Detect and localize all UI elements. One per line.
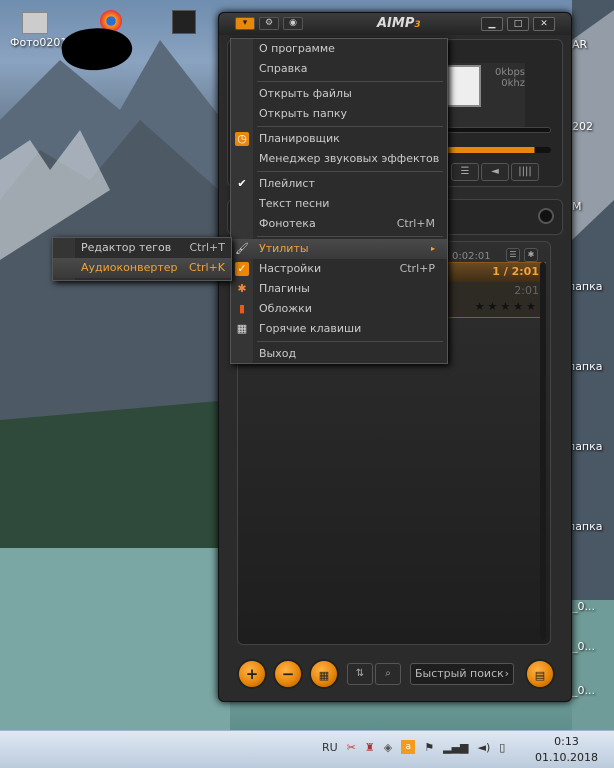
playlist-pin-button[interactable]: ✱ [524, 248, 538, 262]
menu-item-hotkeys[interactable]: ▦ Горячие клавиши [231, 319, 447, 339]
vu-meter [445, 65, 481, 107]
desktop-label[interactable]: папка [568, 440, 603, 453]
submenu-arrow-icon: ▸ [430, 244, 435, 253]
track-rating[interactable]: ★★★★★ [475, 300, 539, 313]
playlist-scrollbar[interactable] [540, 262, 546, 640]
desktop-label[interactable]: _0... [572, 640, 595, 653]
arrow-right-icon: › [504, 667, 509, 680]
menu-item-exit[interactable]: Выход [231, 344, 447, 364]
desktop-icon-app[interactable] [172, 10, 196, 34]
submenu-item-tag-editor[interactable]: Редактор тегов Ctrl+T [53, 238, 231, 258]
desktop-label[interactable]: папка [568, 520, 603, 533]
menu-item-library[interactable]: Фонотека Ctrl+M [231, 214, 447, 234]
desktop-label[interactable]: AR [572, 38, 587, 51]
volume-slider[interactable] [441, 147, 551, 153]
desktop-icon-photo[interactable]: Фото0201 [10, 12, 67, 49]
desktop-label[interactable]: 202 [572, 120, 593, 133]
visual-button[interactable]: ◉ [283, 17, 303, 30]
menu-item-settings[interactable]: ✓ Настройки Ctrl+P [231, 259, 447, 279]
taskbar: RU ✂ ♜ ◈ a ⚑ ▂▄▆ ◄) ▯ 0:13 01.10.2018 [0, 730, 614, 768]
clock-icon: ◷ [235, 132, 249, 146]
desktop-icon-label: Фото0201 [10, 36, 68, 49]
menu-item-sound-effects[interactable]: Менеджер звуковых эффектов [231, 149, 447, 169]
speaker-icon: ◄ [491, 166, 499, 177]
menu-item-scheduler[interactable]: ◷ Планировщик [231, 129, 447, 149]
clock[interactable]: 0:13 01.10.2018 [535, 734, 598, 766]
image-file-icon [22, 12, 48, 34]
mute-button[interactable]: ◄ [481, 163, 509, 181]
settings-icon: ✓ [235, 262, 249, 276]
quick-search-input[interactable]: Быстрый поиск › [410, 663, 514, 685]
menu-item-playlist[interactable]: ✔ Плейлист [231, 174, 447, 194]
position-slider[interactable] [441, 127, 551, 133]
desktop-label[interactable]: _0... [572, 684, 595, 697]
menu-item-plugins[interactable]: ✱ Плагины [231, 279, 447, 299]
app-logo: AIMP3 [377, 16, 421, 31]
playlist-toggle-button[interactable]: ☰ [451, 163, 479, 181]
flag-icon[interactable]: ⚑ [424, 741, 434, 754]
minimize-button[interactable]: ▁ [481, 17, 503, 31]
tray-app-icon[interactable]: ◈ [384, 741, 392, 754]
gear-icon: ⚙ [264, 18, 274, 28]
menu-item-lyrics[interactable]: Текст песни [231, 194, 447, 214]
track-duration: 2:01 [514, 284, 539, 297]
remove-button[interactable]: − [273, 659, 303, 689]
maximize-button[interactable]: □ [507, 17, 529, 31]
utilities-submenu: Редактор тегов Ctrl+T Аудиоконвертер Ctrl+… [52, 237, 232, 281]
network-icon[interactable]: ▂▄▆ [443, 741, 468, 754]
equalizer-button[interactable]: |||| [511, 163, 539, 181]
tray-divider: ▯ [499, 740, 506, 754]
desktop-label[interactable]: папка [568, 360, 603, 373]
checkmark-icon: ✔ [237, 177, 247, 190]
menu-item-utilities[interactable]: 🖌 Утилиты ▸ [231, 239, 447, 259]
find-button[interactable]: ⌕ [375, 663, 401, 685]
puzzle-icon: ✱ [237, 282, 247, 295]
menu-item-help[interactable]: Справка [231, 59, 447, 79]
title-bar[interactable]: ▾ ⚙ ◉ AIMP3 ▁ □ ✕ [219, 13, 571, 35]
sort-button[interactable]: ⇅ [347, 663, 373, 685]
desktop-label[interactable]: _0... [572, 600, 595, 613]
keyboard-icon: ▦ [236, 322, 248, 335]
menu-item-open-folder[interactable]: Открыть папку [231, 104, 447, 124]
menu-item-open-files[interactable]: Открыть файлы [231, 84, 447, 104]
track-counter: 1 / 2:01 [492, 265, 539, 278]
main-menu: О программе Справка Открыть файлы Открыт… [230, 38, 448, 364]
sort-icon: ⇅ [355, 668, 365, 679]
grid-button[interactable]: ▦ [309, 659, 339, 689]
playlist-menu-button[interactable]: ☰ [506, 248, 520, 262]
shortcut-label: Ctrl+T [189, 241, 225, 254]
language-indicator[interactable]: RU [322, 741, 338, 754]
record-icon[interactable] [538, 208, 554, 224]
settings-button[interactable]: ⚙ [259, 17, 279, 30]
grid-icon: ▦ [318, 669, 330, 682]
skin-icon: ▮ [238, 302, 246, 315]
menu-button[interactable]: ▾ [235, 17, 255, 30]
desktop-label[interactable]: М [572, 200, 582, 213]
tray-app-icon[interactable]: ✂ [347, 741, 356, 754]
menu-item-skins[interactable]: ▮ Обложки [231, 299, 447, 319]
playlist-toolbar: + − ▦ ⇅ ⌕ Быстрый поиск › ▤ [219, 649, 571, 701]
clock-time: 0:13 [554, 735, 579, 748]
system-tray: RU ✂ ♜ ◈ a ⚑ ▂▄▆ ◄) ▯ [322, 740, 505, 754]
add-button[interactable]: + [237, 659, 267, 689]
tray-app-icon[interactable]: a [401, 740, 416, 754]
volume-icon[interactable]: ◄) [478, 741, 491, 754]
submenu-item-audio-converter[interactable]: Аудиоконвертер Ctrl+K [53, 258, 231, 278]
eye-icon: ◉ [289, 18, 297, 28]
desktop-label[interactable]: папка [568, 280, 603, 293]
search-icon: ⌕ [385, 668, 391, 679]
menu-item-about[interactable]: О программе [231, 39, 447, 59]
tray-app-icon[interactable]: ♜ [365, 741, 375, 754]
brush-icon: 🖌 [235, 242, 249, 255]
close-button[interactable]: ✕ [533, 17, 555, 31]
file-button[interactable]: ▤ [525, 659, 555, 689]
shortcut-label: Ctrl+M [396, 217, 435, 230]
playlist-time: 0:02:01 [452, 251, 491, 262]
shortcut-label: Ctrl+P [399, 262, 435, 275]
clock-date: 01.10.2018 [535, 751, 598, 764]
shortcut-label: Ctrl+K [188, 261, 225, 274]
document-icon: ▤ [534, 669, 546, 682]
